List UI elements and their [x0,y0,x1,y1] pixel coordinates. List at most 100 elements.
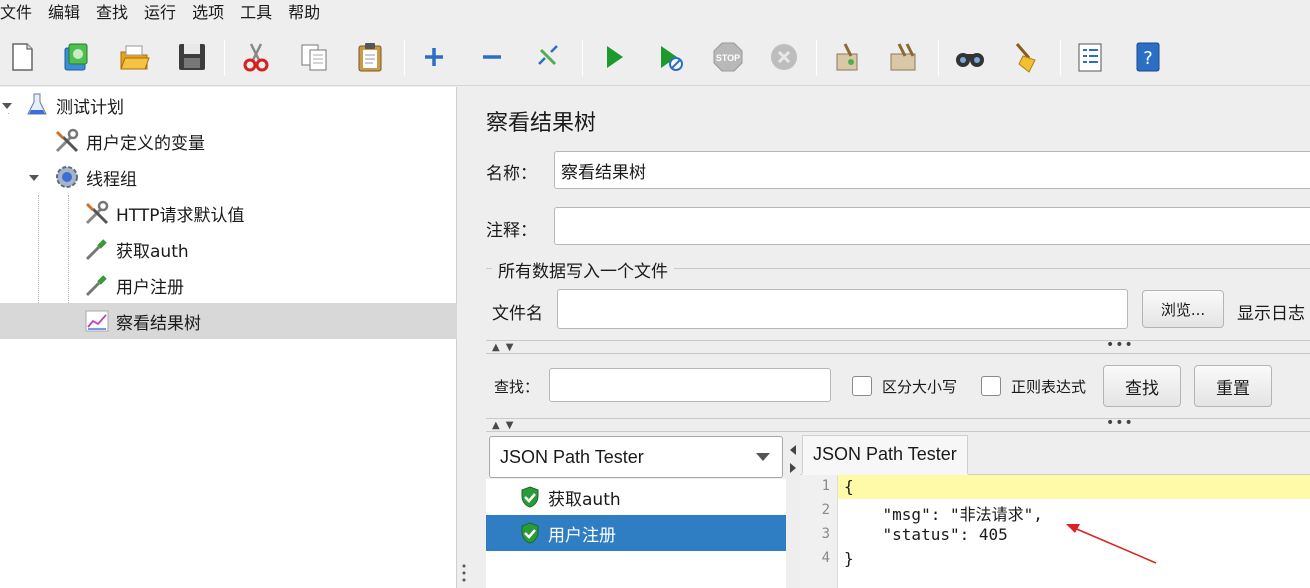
wrench-icon [82,198,112,228]
splitter-grip[interactable]: ••• [1106,337,1134,353]
reset-search-button[interactable] [1008,38,1044,76]
line-number: 4 [821,550,830,566]
tree-item-test-plan[interactable]: 测试计划 [0,87,457,123]
toolbar-separator [1060,40,1061,76]
menu-help[interactable]: 帮助 [288,0,328,26]
menu-edit[interactable]: 编辑 [48,0,88,26]
flask-icon [22,90,52,120]
regex-checkbox[interactable] [981,376,1001,396]
splitter-arrows[interactable]: ▲▼ [492,420,519,431]
collapse-arrows-icon [790,445,796,473]
list-item[interactable]: 用户注册 [486,515,786,551]
chart-icon [82,306,112,336]
toolbar-separator [404,40,405,76]
clear-all-icon [890,43,916,71]
tree-item-label: HTTP请求默认值 [116,205,245,226]
name-input-value: 察看结果树 [561,162,646,183]
clear-icon [836,43,858,71]
tree-item-label: 察看结果树 [116,313,201,334]
copy-icon [301,44,327,71]
new-button[interactable] [4,38,40,76]
stop-icon-label: STOP [716,53,740,63]
tab-json-path-tester[interactable]: JSON Path Tester [802,435,968,475]
start-no-pause-button[interactable] [652,38,688,76]
toggle-icon [538,45,558,66]
list-item-label: 用户注册 [548,525,616,546]
chevron-down-icon [756,453,770,461]
clear-all-button[interactable] [886,38,922,76]
name-input[interactable]: 察看结果树 [554,151,1310,189]
name-label: 名称： [486,164,537,184]
expand-button[interactable] [416,38,452,76]
tree-item-get-auth[interactable]: 获取auth [0,231,457,267]
test-plan-tree: 测试计划 用户定义的变量 线程组 HTTP请求默认值 获取auth 用户注册 察… [0,87,457,588]
cut-button[interactable] [238,38,274,76]
renderer-select[interactable]: JSON Path Tester [489,436,783,478]
filename-input[interactable] [557,289,1128,329]
page-title: 察看结果树 [486,111,597,136]
paste-button[interactable] [352,38,388,76]
toolbar: STOP ? [0,28,1310,86]
start-icon [607,46,623,68]
help-icon: ? [1136,42,1160,72]
open-icon [120,45,150,70]
menu-tools[interactable]: 工具 [240,0,280,26]
gear-icon [52,162,82,192]
save-button[interactable] [174,38,210,76]
collapse-button[interactable] [474,38,510,76]
templates-icon [64,43,88,71]
copy-button[interactable] [296,38,332,76]
find-button[interactable]: 查找 [1103,365,1181,407]
wrench-icon [52,126,82,156]
shield-check-icon [521,486,539,508]
save-icon [179,44,205,70]
shutdown-button[interactable] [766,38,802,76]
function-helper-icon [1078,43,1102,72]
file-section-title: 所有数据写入一个文件 [492,257,674,282]
comment-label: 注释： [486,221,537,241]
menu-file[interactable]: 文件 [0,0,40,26]
code-line: "status": 405 [844,525,1008,544]
start-no-pause-icon [661,46,683,71]
search-input[interactable] [549,368,831,402]
menu-options[interactable]: 选项 [192,0,232,26]
function-helper-button[interactable] [1072,38,1108,76]
new-icon [12,43,33,71]
filename-label: 文件名 [492,304,543,324]
search-button[interactable] [952,38,988,76]
tree-item-user-register[interactable]: 用户注册 [0,267,457,303]
help-button[interactable]: ? [1130,38,1166,76]
code-line: { [844,477,854,496]
tree-item-http-defaults[interactable]: HTTP请求默认值 [0,195,457,231]
line-number: 3 [821,526,830,542]
start-button[interactable] [596,38,632,76]
tree-item-view-results-tree[interactable]: 察看结果树 [0,303,457,339]
response-editor[interactable]: 1 2 3 4 { "msg": "非法请求", "status": 405 } [800,475,1310,588]
comment-input[interactable] [554,207,1310,245]
paste-icon [358,43,382,72]
toolbar-separator [582,40,583,76]
menu-search[interactable]: 查找 [96,0,136,26]
clear-button[interactable] [830,38,866,76]
split-divider[interactable] [458,87,470,588]
list-item[interactable]: 获取auth [486,479,786,515]
renderer-select-value: JSON Path Tester [500,446,644,467]
templates-button[interactable] [58,38,94,76]
tree-item-user-variables[interactable]: 用户定义的变量 [0,123,457,159]
code-line: } [844,549,854,568]
splitter-arrows[interactable]: ▲▼ [492,342,519,353]
shutdown-icon [771,44,797,70]
browse-button[interactable]: 浏览... [1142,290,1224,328]
cut-icon [243,43,269,72]
reset-button[interactable]: 重置 [1194,365,1272,407]
case-sensitive-checkbox[interactable] [852,376,872,396]
toggle-button[interactable] [530,38,566,76]
tree-item-thread-group[interactable]: 线程组 [0,159,457,195]
code-line: "msg": "非法请求", [844,505,1043,524]
menu-run[interactable]: 运行 [144,0,184,26]
splitter-grip[interactable]: ••• [1106,415,1134,431]
pane-collapse-control[interactable] [786,433,800,588]
open-button[interactable] [116,38,152,76]
stop-button[interactable]: STOP [710,38,746,76]
show-log-label: 显示日志 [1237,304,1305,324]
